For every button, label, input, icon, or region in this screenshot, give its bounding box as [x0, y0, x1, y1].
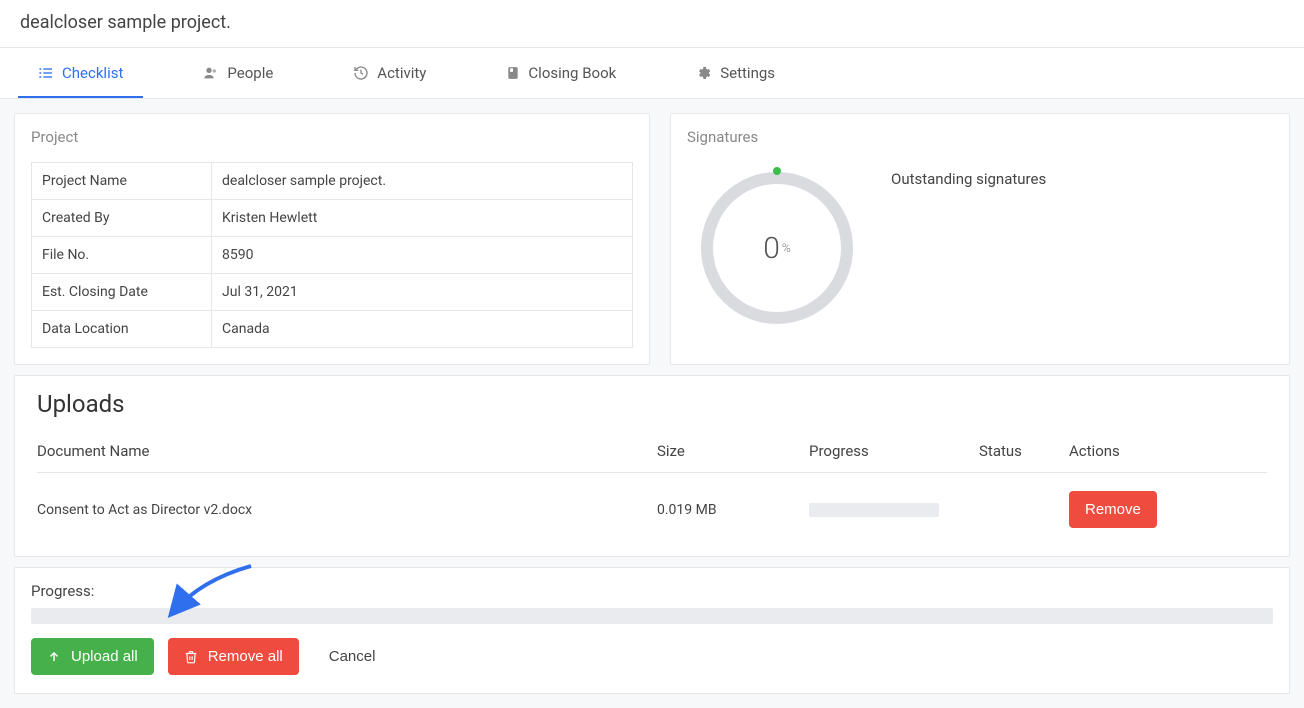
tab-settings[interactable]: Settings: [676, 48, 795, 98]
page-title: dealcloser sample project.: [0, 0, 1304, 48]
tab-closing-book[interactable]: Closing Book: [486, 48, 636, 98]
overall-progress-bar: [31, 608, 1273, 624]
people-icon: [203, 65, 219, 81]
tab-label: Activity: [377, 64, 426, 82]
col-header-status: Status: [979, 442, 1069, 460]
tab-bar: Checklist People Activity Closing Book S…: [0, 48, 1304, 99]
gauge-percent-symbol: %: [782, 241, 791, 255]
history-icon: [353, 65, 369, 81]
cancel-label: Cancel: [329, 648, 376, 665]
table-row: Created By Kristen Hewlett: [32, 200, 633, 237]
remove-all-label: Remove all: [208, 648, 283, 665]
remove-button[interactable]: Remove: [1069, 491, 1157, 528]
project-field-value: Canada: [212, 311, 633, 348]
upload-row: Consent to Act as Director v2.docx 0.019…: [37, 473, 1267, 540]
col-header-doc: Document Name: [37, 442, 657, 460]
progress-label: Progress:: [31, 582, 1273, 600]
remove-all-button[interactable]: Remove all: [168, 638, 299, 675]
table-row: Est. Closing Date Jul 31, 2021: [32, 274, 633, 311]
project-field-label: Data Location: [32, 311, 212, 348]
project-card-header: Project: [31, 128, 633, 146]
uploads-title: Uploads: [37, 390, 1267, 418]
tab-label: Settings: [720, 64, 775, 82]
tab-label: Closing Book: [528, 64, 616, 82]
list-icon: [38, 65, 54, 81]
signatures-card: Signatures 0% Outstanding signatures: [670, 113, 1290, 365]
table-row: Data Location Canada: [32, 311, 633, 348]
tab-checklist[interactable]: Checklist: [18, 48, 143, 98]
project-card: Project Project Name dealcloser sample p…: [14, 113, 650, 365]
tab-label: People: [227, 64, 273, 82]
signatures-card-header: Signatures: [687, 128, 1273, 146]
remove-button-label: Remove: [1085, 501, 1141, 518]
project-field-value: dealcloser sample project.: [212, 163, 633, 200]
project-field-value: Jul 31, 2021: [212, 274, 633, 311]
progress-card: Progress: Upload all Remove all Cancel: [14, 567, 1290, 694]
signatures-gauge: 0%: [699, 170, 855, 326]
tab-label: Checklist: [62, 64, 123, 82]
uploads-table-header: Document Name Size Progress Status Actio…: [37, 432, 1267, 473]
upload-doc-name: Consent to Act as Director v2.docx: [37, 502, 657, 518]
uploads-card: Uploads Document Name Size Progress Stat…: [14, 375, 1290, 557]
signatures-label: Outstanding signatures: [891, 170, 1046, 188]
table-row: Project Name dealcloser sample project.: [32, 163, 633, 200]
project-field-label: File No.: [32, 237, 212, 274]
progress-bar: [809, 503, 939, 517]
upload-size: 0.019 MB: [657, 502, 809, 518]
tab-people[interactable]: People: [183, 48, 293, 98]
gauge-value: 0%: [699, 170, 855, 326]
project-field-value: Kristen Hewlett: [212, 200, 633, 237]
table-row: File No. 8590: [32, 237, 633, 274]
gauge-percent: 0: [763, 231, 780, 266]
project-field-value: 8590: [212, 237, 633, 274]
upload-progress: [809, 503, 979, 517]
upload-all-label: Upload all: [71, 648, 138, 665]
col-header-progress: Progress: [809, 442, 979, 460]
col-header-size: Size: [657, 442, 809, 460]
gear-icon: [696, 65, 712, 81]
project-table: Project Name dealcloser sample project. …: [31, 162, 633, 348]
project-field-label: Est. Closing Date: [32, 274, 212, 311]
trash-icon: [184, 650, 198, 664]
book-icon: [506, 65, 520, 81]
page-title-text: dealcloser sample project.: [20, 12, 231, 33]
col-header-actions: Actions: [1069, 442, 1267, 460]
cancel-button[interactable]: Cancel: [313, 638, 392, 675]
upload-all-button[interactable]: Upload all: [31, 638, 154, 675]
upload-icon: [47, 650, 61, 664]
tab-activity[interactable]: Activity: [333, 48, 446, 98]
project-field-label: Project Name: [32, 163, 212, 200]
project-field-label: Created By: [32, 200, 212, 237]
